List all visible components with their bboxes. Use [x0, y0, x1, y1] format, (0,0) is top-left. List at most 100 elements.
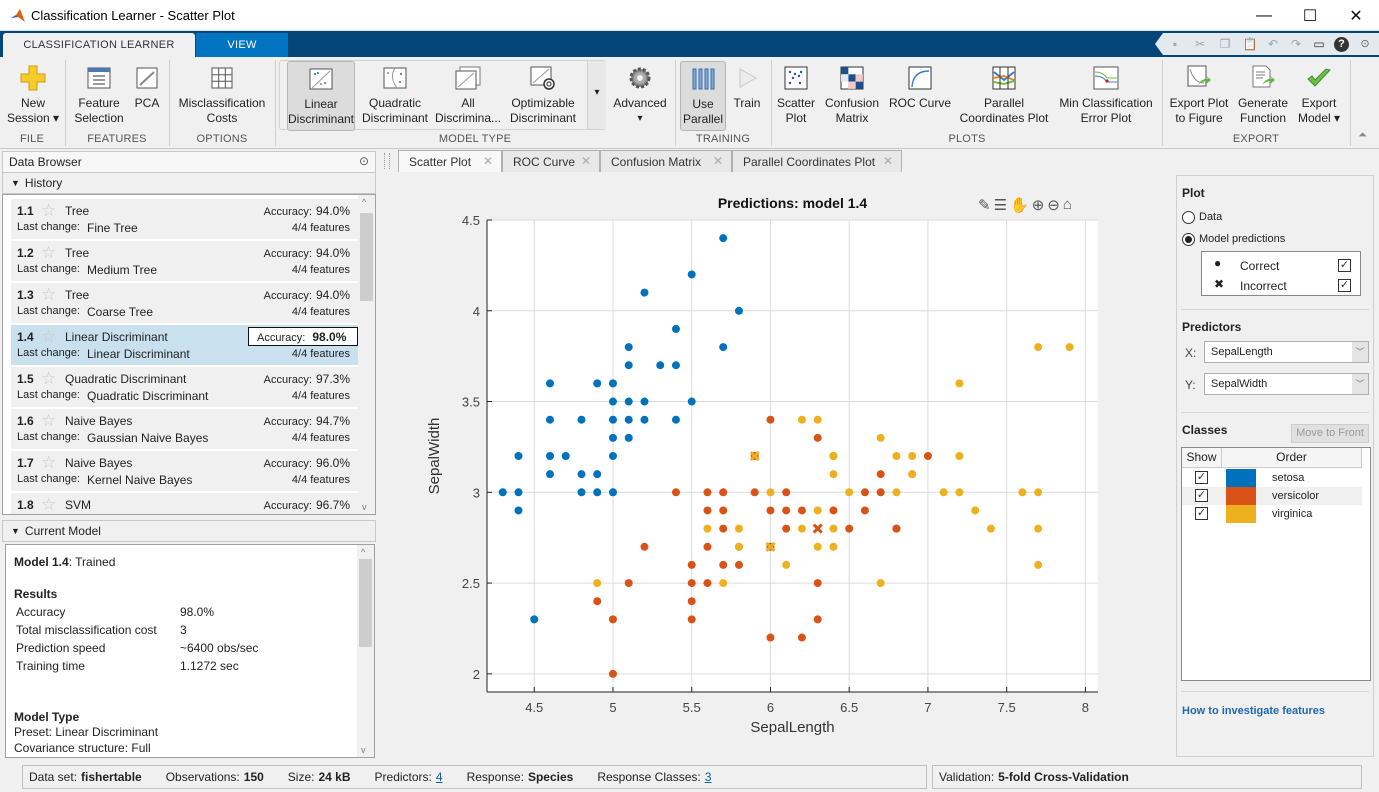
class-row[interactable]: ✓ versicolor — [1182, 487, 1362, 505]
close-tab-icon[interactable]: ✕ — [483, 154, 493, 168]
window-icon[interactable]: ▭ — [1311, 37, 1327, 51]
scroll-up-icon[interactable]: ^ — [362, 197, 366, 207]
feature-selection-button[interactable]: Feature Selection — [72, 61, 126, 131]
zoom-in-icon[interactable]: ⊕ — [1032, 196, 1045, 214]
x-tick-label: 6 — [767, 700, 774, 715]
expand-icon[interactable]: ⊙ — [1357, 37, 1373, 51]
history-item[interactable]: 1.8 ☆ SVM Accuracy: 96.7% — [11, 493, 360, 514]
star-icon[interactable]: ☆ — [41, 495, 56, 514]
redo-icon[interactable]: ↷ — [1288, 37, 1304, 51]
current-model-section-header[interactable]: ▼ Current Model — [2, 520, 376, 542]
home-icon[interactable]: ⌂ — [1063, 196, 1072, 214]
brush-icon[interactable]: ✎ — [978, 196, 991, 214]
star-icon[interactable]: ☆ — [41, 243, 56, 263]
pan-icon[interactable]: ✋ — [1010, 196, 1029, 214]
scatter-chart[interactable]: 4.5 5 5.5 6 6.5 7 7.5 8 2 2.5 3 3.5 4 4.5 Predictions:… — [380, 172, 1173, 762]
cut-icon[interactable]: ✂ — [1192, 37, 1208, 51]
class-row[interactable]: ✓ virginica — [1182, 505, 1362, 523]
maximize-button[interactable]: ☐ — [1287, 0, 1333, 31]
point-virginica-correct — [955, 379, 964, 388]
scroll-down-icon[interactable]: v — [362, 502, 367, 512]
doc-tab[interactable]: Confusion Matrix ✕ — [600, 150, 732, 172]
pca-button[interactable]: PCA — [130, 61, 164, 131]
minimize-button[interactable]: — — [1241, 0, 1287, 31]
tab-classification-learner[interactable]: CLASSIFICATION LEARNER — [3, 33, 195, 57]
gallery-expand-button[interactable]: ▾ — [587, 61, 606, 129]
model-linear-discriminant[interactable]: Linear Discriminant — [287, 61, 355, 131]
generate-function-button[interactable]: Generate Function — [1236, 61, 1290, 131]
star-icon[interactable]: ☆ — [41, 327, 56, 347]
class-show-checkbox[interactable]: ✓ — [1195, 489, 1208, 502]
train-button[interactable]: Train — [730, 61, 764, 131]
confusion-matrix-button[interactable]: Confusion Matrix — [822, 61, 882, 131]
model-quadratic-discriminant[interactable]: Quadratic Discriminant — [360, 61, 430, 131]
star-icon[interactable]: ☆ — [41, 369, 56, 389]
doc-tab[interactable]: Parallel Coordinates Plot ✕ — [732, 150, 902, 172]
model-status-line: Model 1.4: Trained — [14, 555, 115, 569]
use-parallel-button[interactable]: Use Parallel — [680, 61, 726, 131]
undo-icon[interactable]: ↶ — [1265, 37, 1281, 51]
class-show-checkbox[interactable]: ✓ — [1195, 471, 1208, 484]
tab-grip-handle[interactable] — [384, 153, 390, 169]
tab-view[interactable]: VIEW — [196, 33, 288, 57]
copy-icon[interactable]: ❐ — [1217, 37, 1233, 51]
history-section-header[interactable]: ▼ History — [2, 172, 376, 194]
history-item[interactable]: 1.2 ☆ Tree Accuracy: 94.0% Last change: Med… — [11, 241, 360, 281]
history-item[interactable]: 1.6 ☆ Naive Bayes Accuracy: 94.7% Last chan… — [11, 409, 360, 449]
class-row[interactable]: ✓ setosa — [1182, 469, 1362, 487]
scroll-down-icon[interactable]: v — [361, 745, 366, 755]
doc-tab[interactable]: ROC Curve ✕ — [502, 150, 600, 172]
min-classification-error-button[interactable]: Min Classification Error Plot — [1056, 61, 1156, 131]
paste-icon[interactable]: 📋 — [1242, 37, 1258, 51]
save-icon[interactable]: ▪ — [1167, 37, 1183, 51]
parallel-coordinates-button[interactable]: Parallel Coordinates Plot — [958, 61, 1050, 131]
move-to-front-button[interactable]: Move to Front — [1291, 424, 1369, 443]
scroll-thumb[interactable] — [359, 559, 372, 647]
scroll-up-icon[interactable]: ^ — [361, 547, 365, 557]
accuracy-label: Accuracy: — [263, 416, 312, 428]
advanced-button[interactable]: Advanced ▾ — [612, 61, 668, 131]
star-icon[interactable]: ☆ — [41, 453, 56, 473]
doc-tab[interactable]: Scatter Plot ✕ — [398, 150, 502, 173]
scroll-thumb[interactable] — [360, 213, 373, 301]
history-item[interactable]: 1.1 ☆ Tree Accuracy: 94.0% Last change: Fin… — [11, 199, 360, 239]
history-item[interactable]: 1.3 ☆ Tree Accuracy: 94.0% Last change: Coa… — [11, 283, 360, 323]
col-header-show[interactable]: Show — [1182, 448, 1222, 468]
radio-model-predictions[interactable] — [1182, 233, 1195, 246]
help-icon[interactable]: ? — [1334, 37, 1349, 52]
export-model-button[interactable]: Export Model ▾ — [1295, 61, 1343, 131]
incorrect-checkbox[interactable]: ✓ — [1338, 279, 1351, 292]
model-all-discriminants[interactable]: All Discrimina... — [435, 61, 501, 131]
current-model-scrollbar[interactable]: ^ v — [357, 545, 374, 757]
new-session-button[interactable]: New Session ▾ — [6, 61, 60, 131]
roc-curve-button[interactable]: ROC Curve — [888, 61, 952, 131]
close-tab-icon[interactable]: ✕ — [713, 154, 723, 168]
close-tab-icon[interactable]: ✕ — [883, 154, 893, 168]
y-predictor-select[interactable]: SepalWidth ﹀ — [1204, 373, 1369, 395]
history-item[interactable]: 1.5 ☆ Quadratic Discriminant Accuracy: 97.… — [11, 367, 360, 407]
star-icon[interactable]: ☆ — [41, 411, 56, 431]
model-optimizable-discriminant[interactable]: Optimizable Discriminant — [506, 61, 580, 131]
close-tab-icon[interactable]: ✕ — [581, 154, 591, 168]
response-classes-link[interactable]: 3 — [705, 770, 712, 784]
predictors-link[interactable]: 4 — [436, 770, 443, 784]
scatter-plot-button[interactable]: Scatter Plot — [776, 61, 816, 131]
zoom-out-icon[interactable]: ⊖ — [1047, 196, 1060, 214]
class-show-checkbox[interactable]: ✓ — [1195, 507, 1208, 520]
legend-icon[interactable]: ☰ — [994, 196, 1007, 214]
star-icon[interactable]: ☆ — [41, 201, 56, 221]
how-to-investigate-link[interactable]: How to investigate features — [1182, 705, 1325, 717]
misclassification-costs-button[interactable]: Misclassification Costs — [176, 61, 268, 131]
history-scrollbar[interactable]: ^ v — [358, 195, 375, 514]
data-browser-menu-icon[interactable]: ⊙ — [359, 154, 369, 168]
radio-data[interactable] — [1182, 211, 1195, 224]
collapse-ribbon-icon[interactable]: ⏶ — [1358, 129, 1367, 142]
star-icon[interactable]: ☆ — [41, 285, 56, 305]
correct-checkbox[interactable]: ✓ — [1338, 259, 1351, 272]
history-item[interactable]: 1.7 ☆ Naive Bayes Accuracy: 96.0% Last chan… — [11, 451, 360, 491]
col-header-order[interactable]: Order — [1222, 448, 1362, 468]
export-plot-button[interactable]: Export Plot to Figure — [1167, 61, 1231, 131]
history-item[interactable]: 1.4 ☆ Linear Discriminant Accuracy: 98.0%… — [11, 325, 360, 365]
x-predictor-select[interactable]: SepalLength ﹀ — [1204, 341, 1369, 363]
close-button[interactable]: ✕ — [1333, 0, 1379, 31]
